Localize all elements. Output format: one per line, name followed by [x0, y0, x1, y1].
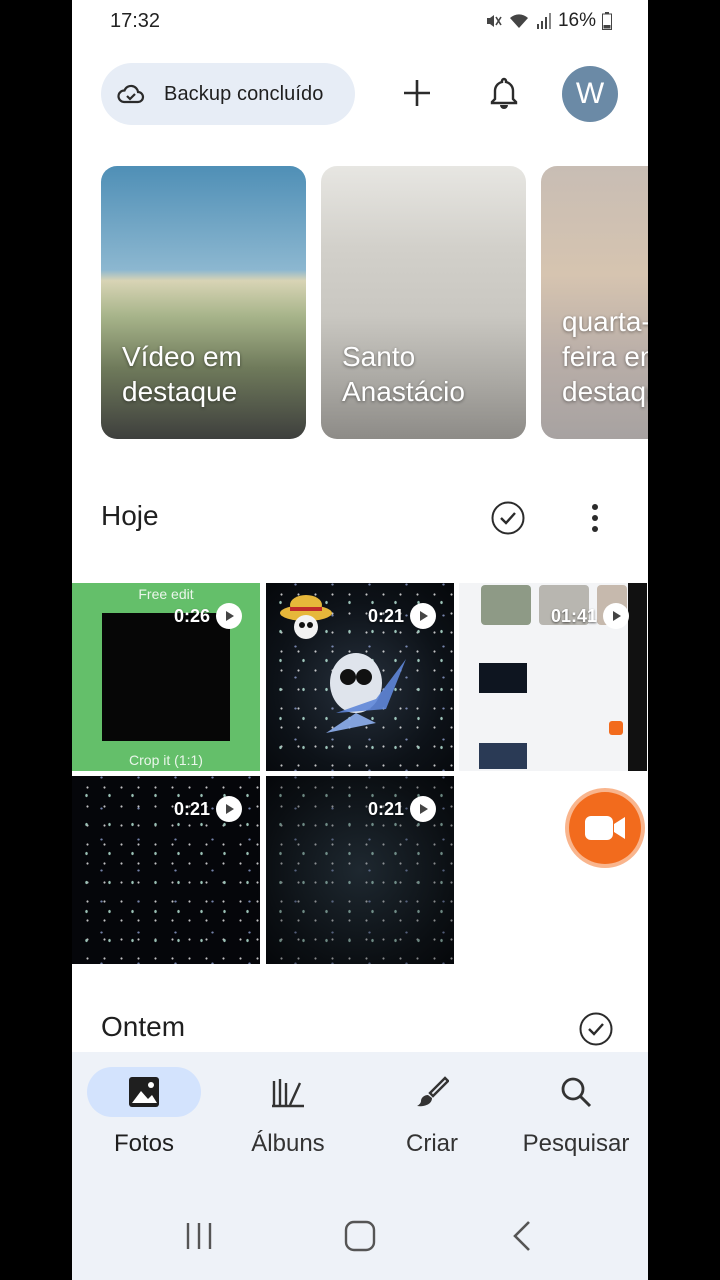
add-button[interactable] — [392, 70, 442, 120]
video-camera-icon — [585, 816, 625, 840]
duration-text: 0:21 — [173, 798, 210, 819]
search-icon — [556, 1072, 596, 1112]
memory-title: Santo Anastácio — [342, 341, 465, 407]
duration-text: 01:41 — [550, 605, 597, 626]
memory-card[interactable]: Santo Anastácio — [321, 166, 526, 439]
duration-text: 0:21 — [367, 798, 404, 819]
bottom-navigation: Fotos Álbuns Criar Pesquisar — [72, 1052, 648, 1192]
duration-text: 0:26 — [173, 605, 210, 626]
status-time: 17:32 — [110, 10, 161, 32]
recent-apps-icon — [186, 1223, 212, 1249]
nav-item-search[interactable]: Pesquisar — [504, 1052, 648, 1172]
memories-carousel: Vídeo em destaque Santo Anastácio quarta… — [101, 166, 648, 439]
memory-card[interactable]: quarta- feira em destaque — [541, 166, 648, 439]
wifi-icon — [508, 12, 530, 30]
video-thumbnail[interactable]: Free edit Crop it (1:1) 0:26 — [72, 583, 260, 771]
back-chevron-icon — [513, 1221, 530, 1251]
nav-item-create[interactable]: Criar — [360, 1052, 504, 1172]
plus-icon — [401, 77, 433, 114]
memory-title: Vídeo em destaque — [122, 341, 242, 407]
screen-record-button[interactable] — [569, 792, 641, 864]
play-icon — [410, 796, 436, 822]
thumbnail-caption-bottom: Crop it (1:1) — [129, 752, 203, 768]
back-button[interactable] — [500, 1214, 544, 1258]
video-thumbnail[interactable]: 0:21 — [266, 583, 454, 771]
nav-item-photos[interactable]: Fotos — [72, 1052, 216, 1172]
more-options-button[interactable] — [580, 498, 610, 538]
home-icon — [344, 1220, 376, 1252]
check-circle-icon — [579, 1012, 613, 1046]
nav-label: Criar — [406, 1130, 458, 1157]
memory-card[interactable]: Vídeo em destaque — [101, 166, 306, 439]
recent-apps-button[interactable] — [177, 1214, 221, 1258]
brush-icon — [412, 1072, 452, 1112]
video-duration: 0:21 — [368, 796, 436, 822]
section-title-yesterday: Ontem — [101, 1011, 186, 1042]
select-all-today-button[interactable] — [491, 501, 525, 535]
video-thumbnail[interactable]: 01:41 — [459, 583, 647, 771]
bell-icon — [488, 76, 520, 115]
system-navigation-bar — [72, 1192, 648, 1280]
account-avatar[interactable]: W — [562, 66, 618, 122]
backup-label: Backup concluído — [164, 82, 324, 105]
nav-label: Álbuns — [251, 1130, 325, 1157]
video-duration: 0:21 — [174, 796, 242, 822]
photos-screen: 17:32 16% Backup concluído W Vídeo em de… — [72, 0, 648, 1280]
more-vert-icon — [592, 504, 598, 532]
play-icon — [216, 796, 242, 822]
nav-label: Fotos — [113, 1130, 175, 1157]
signal-icon — [536, 12, 552, 30]
mute-icon — [484, 12, 502, 30]
video-duration: 0:21 — [368, 603, 436, 629]
play-icon — [603, 603, 629, 629]
battery-percent: 16% — [557, 10, 596, 31]
video-thumbnail[interactable]: 0:21 — [266, 776, 454, 964]
nav-label: Pesquisar — [522, 1130, 630, 1157]
video-thumbnail[interactable]: 0:21 — [72, 776, 260, 964]
backup-status-chip[interactable]: Backup concluído — [101, 63, 355, 125]
duration-text: 0:21 — [367, 605, 404, 626]
photo-icon — [124, 1072, 164, 1112]
check-circle-icon — [491, 501, 525, 535]
thumbnail-caption-top: Free edit — [138, 586, 194, 602]
nav-item-albums[interactable]: Álbuns — [216, 1052, 360, 1172]
albums-icon — [268, 1072, 308, 1112]
play-icon — [216, 603, 242, 629]
battery-icon — [602, 12, 612, 30]
select-all-yesterday-button[interactable] — [579, 1012, 613, 1046]
home-button[interactable] — [338, 1214, 382, 1258]
play-icon — [410, 603, 436, 629]
notifications-button[interactable] — [479, 70, 529, 120]
video-duration: 0:26 — [174, 603, 242, 629]
status-bar: 17:32 16% — [72, 0, 648, 44]
memory-title: quarta- feira em destaque — [562, 306, 648, 407]
video-duration: 01:41 — [551, 603, 629, 629]
cloud-done-icon — [116, 79, 146, 109]
thumbnail-inner — [102, 613, 230, 741]
status-icons: 16% — [484, 10, 612, 32]
section-title-today: Hoje — [101, 500, 159, 531]
